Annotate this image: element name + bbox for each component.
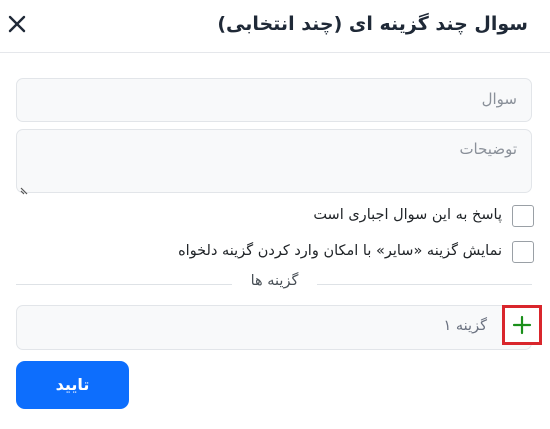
modal-title: سوال چند گزینه ای (چند انتخابی) xyxy=(217,13,528,35)
submit-button[interactable]: تایید xyxy=(16,361,129,409)
modal-header: سوال چند گزینه ای (چند انتخابی) xyxy=(0,0,550,53)
plus-icon xyxy=(512,315,532,335)
other-option-label: نمایش گزینه «سایر» با امکان وارد کردن گز… xyxy=(178,243,502,259)
option-1-placeholder: گزینه ۱ xyxy=(443,318,488,334)
required-checkbox[interactable] xyxy=(512,205,534,227)
required-checkbox-row[interactable]: پاسخ به این سوال اجباری است xyxy=(34,204,534,230)
other-option-checkbox-row[interactable]: نمایش گزینه «سایر» با امکان وارد کردن گز… xyxy=(34,240,534,266)
question-input[interactable]: سوال xyxy=(16,78,532,122)
add-option-button[interactable] xyxy=(502,305,542,345)
description-placeholder: توضیحات xyxy=(459,140,517,158)
options-section-label: گزینه ها xyxy=(232,273,317,295)
option-1-input[interactable]: گزینه ۱ xyxy=(16,305,532,350)
question-placeholder: سوال xyxy=(481,90,517,108)
resize-handle-icon[interactable] xyxy=(20,180,30,195)
close-icon[interactable] xyxy=(6,13,28,35)
required-label: پاسخ به این سوال اجباری است xyxy=(313,207,502,223)
description-textarea[interactable]: توضیحات xyxy=(16,129,532,195)
other-option-checkbox[interactable] xyxy=(512,241,534,263)
